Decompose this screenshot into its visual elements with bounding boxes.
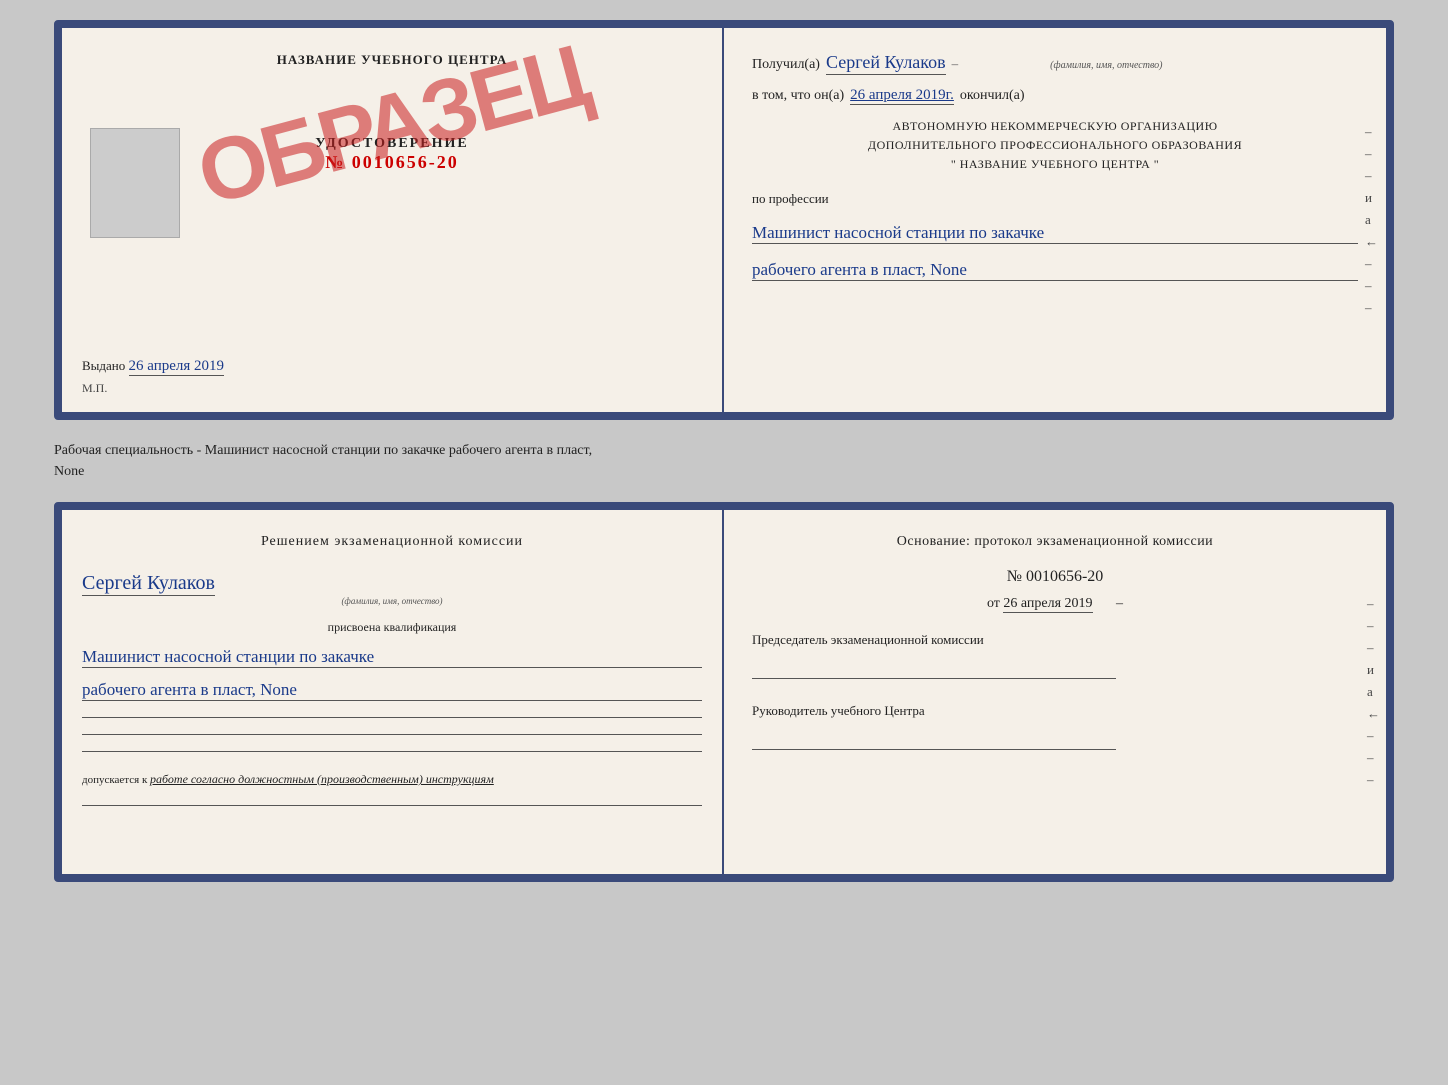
bottom-right-panel: Основание: протокол экзаменационной коми… [724,510,1386,874]
date-value: 26 апреля 2019г. [850,87,954,105]
photo-placeholder [90,128,180,238]
recipient-prefix: Получил(а) [752,57,820,73]
org-block: АВТОНОМНУЮ НЕКОММЕРЧЕСКУЮ ОРГАНИЗАЦИЮ ДО… [752,117,1358,175]
org-line1: АВТОНОМНУЮ НЕКОММЕРЧЕСКУЮ ОРГАНИЗАЦИЮ [752,117,1358,136]
rukovoditel-label: Руководитель учебного Центра [752,703,1358,719]
rukovoditel-signature-line [752,749,1116,750]
protocol-date-prefix: от [987,596,1000,611]
protocol-date-value: 26 апреля 2019 [1003,596,1092,613]
top-document: НАЗВАНИЕ УЧЕБНОГО ЦЕНТРА ОБРАЗЕЦ УДОСТОВ… [54,20,1394,420]
допускается-prefix: допускается к [82,774,147,786]
underline2 [82,734,702,735]
doc-left-panel: НАЗВАНИЕ УЧЕБНОГО ЦЕНТРА ОБРАЗЕЦ УДОСТОВ… [62,28,724,412]
mp-label: М.П. [82,381,107,396]
qualification-label: присвоена квалификация [82,620,702,635]
bottom-left-panel: Решением экзаменационной комиссии Сергей… [62,510,724,874]
chairman-label: Председатель экзаменационной комиссии [752,632,1358,648]
decision-title: Решением экзаменационной комиссии [82,534,702,550]
protocol-number: № 0010656-20 [752,568,1358,586]
org-line2: ДОПОЛНИТЕЛЬНОГО ПРОФЕССИОНАЛЬНОГО ОБРАЗО… [752,136,1358,155]
cert-number: № 0010656-20 [315,152,468,173]
qualification-line2: рабочего агента в пласт, None [82,680,702,701]
qualification-line1: Машинист насосной станции по закачке [82,647,702,668]
person-name-block: Сергей Кулаков (фамилия, имя, отчество) [82,564,702,606]
recipient-line: Получил(а) Сергей Кулаков – (фамилия, им… [752,52,1358,75]
bottom-document: Решением экзаменационной комиссии Сергей… [54,502,1394,882]
person-hint: (фамилия, имя, отчество) [82,596,702,606]
recipient-name: Сергей Кулаков [826,52,946,75]
cert-label: УДОСТОВЕРЕНИЕ [315,136,468,152]
issued-label: Выдано [82,358,125,373]
profession-line2: рабочего агента в пласт, None [752,260,1358,281]
org-line3: " НАЗВАНИЕ УЧЕБНОГО ЦЕНТРА " [752,155,1358,174]
center-title: НАЗВАНИЕ УЧЕБНОГО ЦЕНТРА [277,52,508,68]
separator-line1: Рабочая специальность - Машинист насосно… [54,440,1394,461]
date-suffix: окончил(а) [960,88,1025,104]
underline4 [82,805,702,806]
underline1 [82,717,702,718]
underline3 [82,751,702,752]
right-side-dashes: – – – и а ← – – – [1367,596,1380,788]
profession-line1: Машинист насосной станции по закачке [752,223,1358,244]
doc-right-panel: Получил(а) Сергей Кулаков – (фамилия, им… [724,28,1386,412]
protocol-date: от 26 апреля 2019 – [752,596,1358,612]
osnov-title: Основание: протокол экзаменационной коми… [752,534,1358,550]
recipient-hint: (фамилия, имя, отчество) [1050,60,1162,71]
profession-label: по профессии [752,191,1358,207]
separator-line2: None [54,461,1394,482]
person-name: Сергей Кулаков [82,572,215,596]
issued-date: 26 апреля 2019 [129,358,225,376]
cert-number-block: УДОСТОВЕРЕНИЕ № 0010656-20 [315,136,468,173]
separator-text: Рабочая специальность - Машинист насосно… [54,436,1394,486]
допускается-value: работе согласно должностным (производств… [150,772,494,786]
допускается-line: допускается к работе согласно должностны… [82,770,702,789]
side-dashes: – – – и а ← – – – [1365,124,1378,316]
issued-line: Выдано 26 апреля 2019 [82,342,224,375]
chairman-signature-line [752,678,1116,679]
date-line: в том, что он(а) 26 апреля 2019г. окончи… [752,87,1358,105]
date-prefix: в том, что он(а) [752,88,844,104]
